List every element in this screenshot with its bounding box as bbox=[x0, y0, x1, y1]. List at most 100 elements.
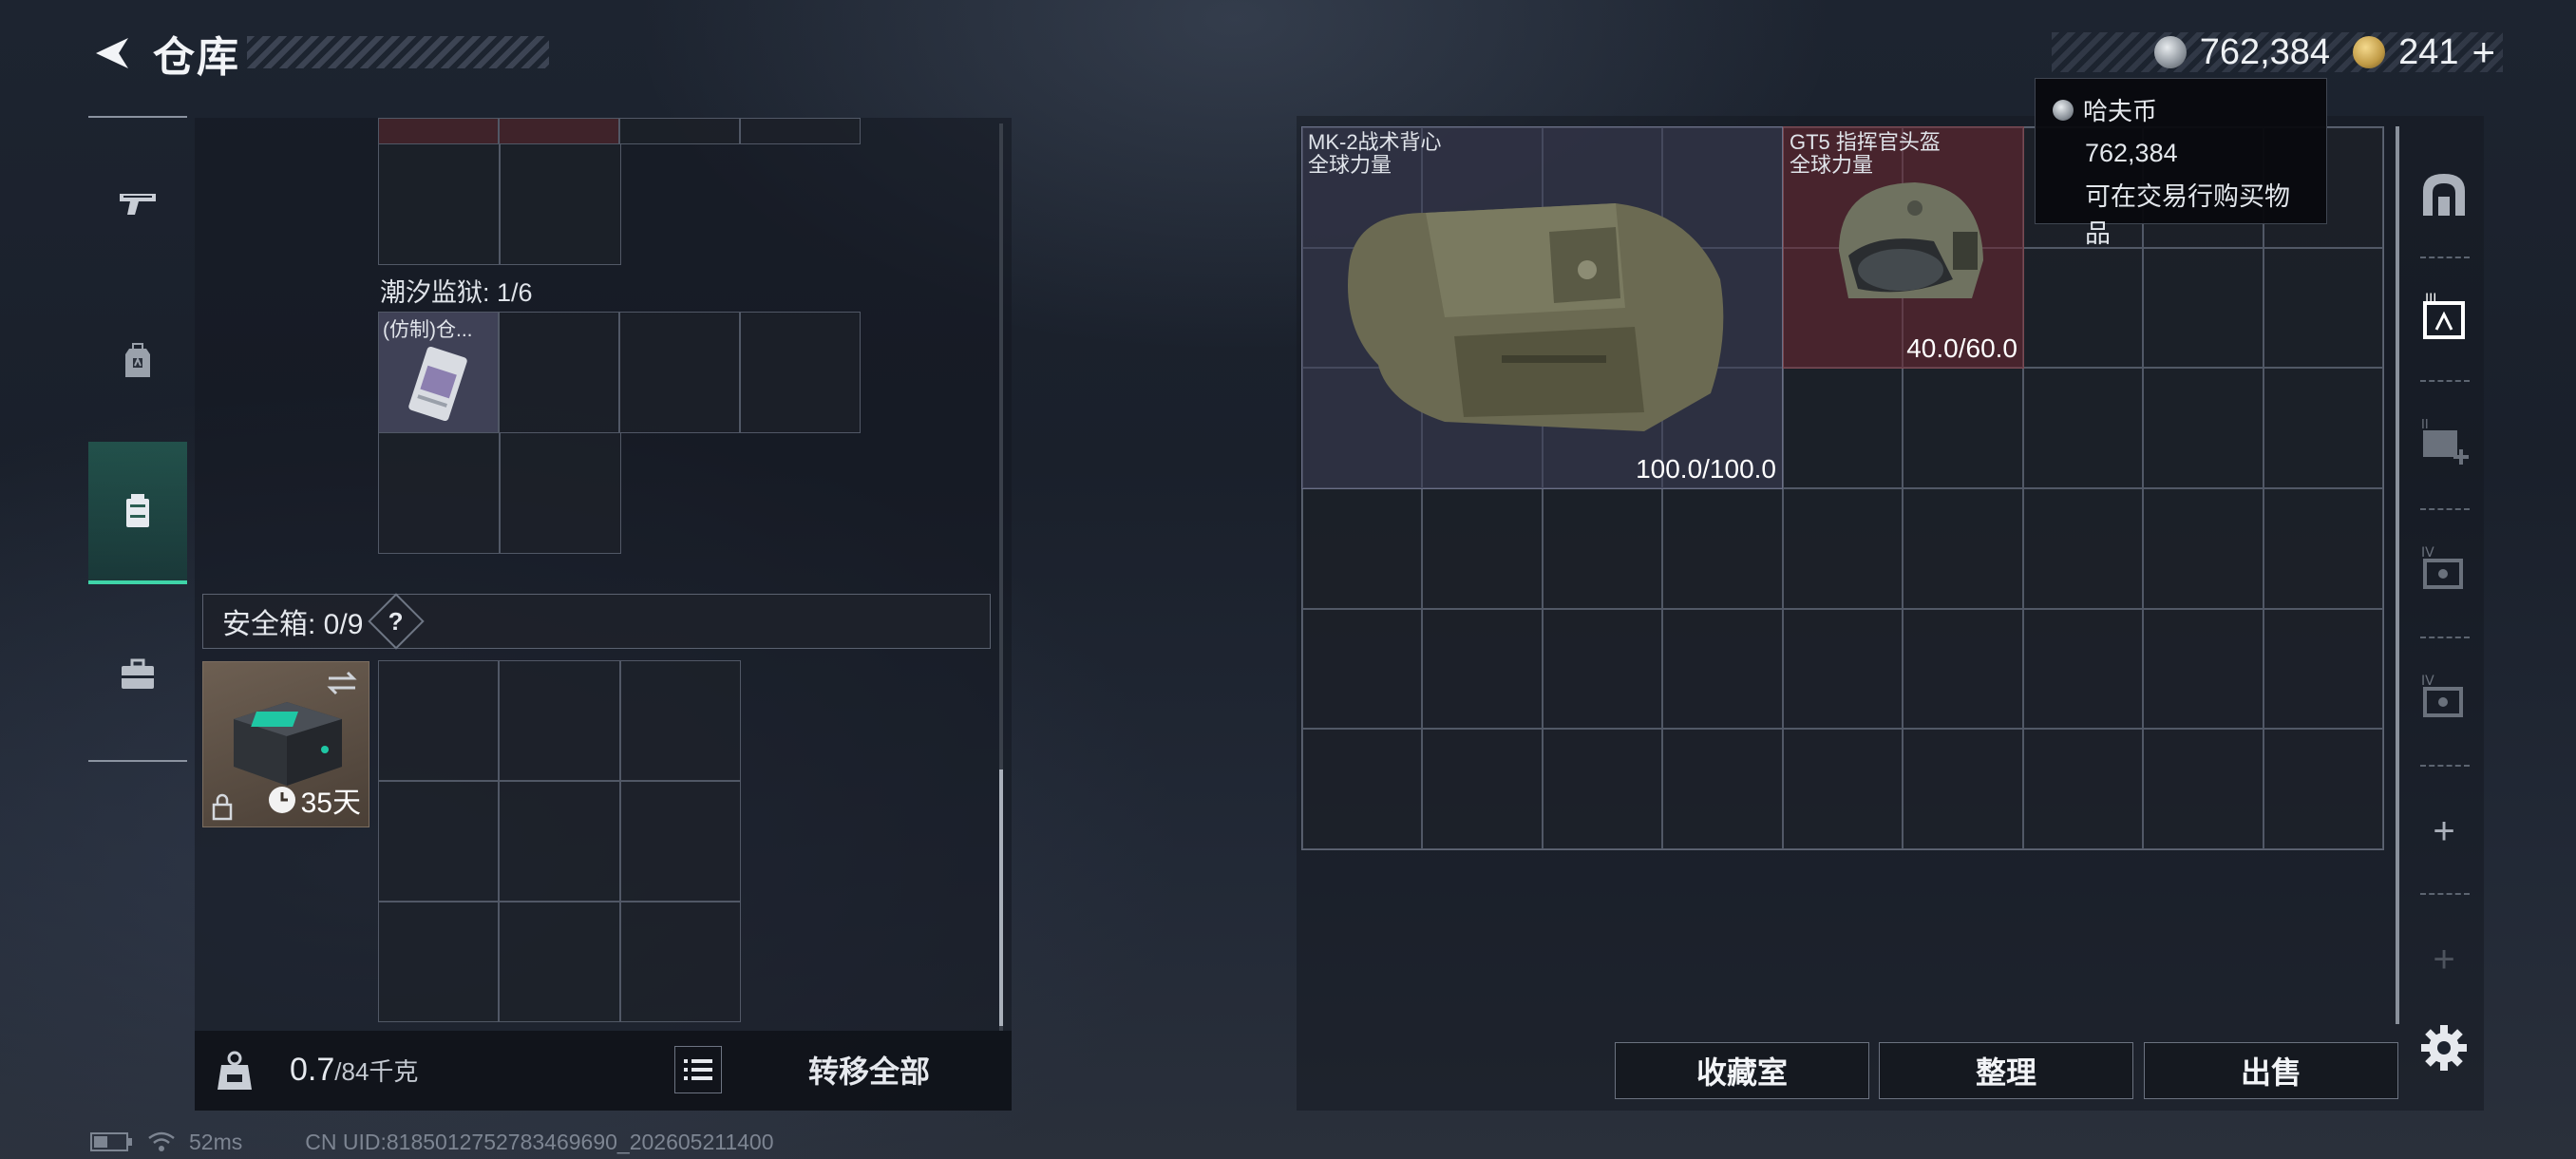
weight-readout: 0.7/84千克 bbox=[290, 1052, 418, 1089]
grid-cell[interactable] bbox=[2022, 729, 2144, 849]
grid-cell[interactable] bbox=[2022, 487, 2144, 609]
grid-cell[interactable] bbox=[619, 660, 741, 781]
grid-cell[interactable] bbox=[2143, 487, 2263, 609]
grid-cell[interactable] bbox=[499, 312, 619, 433]
grid-cell[interactable] bbox=[2143, 608, 2263, 730]
grid-cell[interactable] bbox=[500, 432, 621, 554]
grid-cell[interactable] bbox=[1662, 608, 1783, 730]
vest-title: MK-2战术背心 全球力量 bbox=[1308, 131, 1442, 177]
grid-cell[interactable] bbox=[1782, 368, 1904, 488]
grid-cell[interactable] bbox=[2022, 368, 2144, 488]
transfer-all-button[interactable]: 转移全部 bbox=[746, 1038, 993, 1101]
grid-cell[interactable] bbox=[1903, 729, 2023, 849]
list-view-button[interactable] bbox=[674, 1046, 722, 1093]
grid-cell[interactable] bbox=[2143, 247, 2263, 369]
stash-tab-add-2[interactable]: II bbox=[2406, 390, 2482, 494]
grid-cell[interactable] bbox=[378, 781, 500, 902]
grid-cell[interactable] bbox=[2263, 729, 2383, 849]
settings-button[interactable] bbox=[2406, 996, 2482, 1100]
sell-button[interactable]: 出售 bbox=[2144, 1042, 2398, 1099]
grid-cell[interactable] bbox=[740, 118, 861, 144]
grid-cell[interactable] bbox=[619, 312, 740, 433]
sidebar-divider-bottom bbox=[88, 760, 187, 762]
grid-cell[interactable] bbox=[1422, 487, 1543, 609]
safe-box-grid bbox=[378, 660, 741, 1022]
grid-cell[interactable] bbox=[2263, 608, 2383, 730]
grid-cell[interactable] bbox=[1542, 487, 1663, 609]
tool-divider bbox=[2420, 508, 2470, 510]
stash-tab-5[interactable]: IV bbox=[2406, 646, 2482, 750]
grid-cell[interactable] bbox=[1782, 608, 1904, 730]
tool-divider bbox=[2420, 256, 2470, 258]
backpack-icon bbox=[125, 343, 150, 377]
collection-room-button[interactable]: 收藏室 bbox=[1615, 1042, 1869, 1099]
stash-tab-3[interactable]: III bbox=[2406, 266, 2482, 370]
stash-box-icon: III bbox=[2423, 292, 2465, 339]
grid-cell[interactable] bbox=[1782, 487, 1904, 609]
premium-coin-icon[interactable] bbox=[2353, 36, 2386, 68]
container-item-slot[interactable]: (仿制)仓... bbox=[378, 312, 499, 433]
arch-icon bbox=[2423, 174, 2465, 216]
safe-box-header: 安全箱: 0/9 ? bbox=[202, 593, 991, 650]
grid-cell[interactable] bbox=[1422, 729, 1543, 849]
haf-coin-icon[interactable] bbox=[2153, 36, 2187, 68]
stash-tab-main[interactable] bbox=[2406, 142, 2482, 247]
grid-cell[interactable] bbox=[619, 118, 740, 144]
sidebar-item-armor[interactable] bbox=[88, 290, 187, 432]
grid-cell[interactable] bbox=[1903, 608, 2023, 730]
grid-cell[interactable] bbox=[619, 902, 741, 1022]
grid-cell[interactable] bbox=[499, 660, 620, 781]
sidebar-item-toolbox[interactable] bbox=[88, 603, 187, 746]
grid-cell[interactable] bbox=[2143, 368, 2263, 488]
grid-cell[interactable] bbox=[500, 143, 621, 265]
sidebar-item-containers[interactable] bbox=[88, 442, 187, 584]
grid-cell[interactable] bbox=[378, 143, 500, 265]
grid-cell[interactable] bbox=[1422, 608, 1543, 730]
grid-cell[interactable] bbox=[1662, 729, 1783, 849]
weight-bar: 0.7/84千克 转移全部 bbox=[195, 1031, 1012, 1111]
grid-cell[interactable] bbox=[1903, 487, 2023, 609]
grid-cell[interactable] bbox=[378, 660, 500, 781]
topup-button[interactable]: + bbox=[2472, 32, 2495, 72]
grid-cell[interactable] bbox=[378, 432, 500, 554]
grid-cell[interactable] bbox=[1302, 608, 1423, 730]
stash-item-vest[interactable]: MK-2战术背心 全球力量 100.0/100.0 bbox=[1301, 126, 1783, 489]
safe-box-item[interactable]: 35天 bbox=[202, 661, 369, 827]
tooltip-amount: 762,384 bbox=[2085, 139, 2178, 167]
grid-cell[interactable] bbox=[499, 118, 619, 144]
grid-cell[interactable] bbox=[499, 902, 620, 1022]
stash-item-helmet[interactable]: GT5 指挥官头盔 全球力量 40.0/60.0 bbox=[1783, 126, 2024, 369]
stash-scrollbar[interactable] bbox=[2396, 126, 2399, 1024]
grid-cell[interactable] bbox=[2263, 247, 2383, 369]
grid-cell[interactable] bbox=[2263, 368, 2383, 488]
grid-cell[interactable] bbox=[2022, 608, 2144, 730]
container-item-name: (仿制)仓... bbox=[383, 319, 473, 341]
grid-cell[interactable] bbox=[1542, 729, 1663, 849]
grid-cell[interactable] bbox=[2143, 729, 2263, 849]
stash-tab-4[interactable]: IV bbox=[2406, 518, 2482, 622]
grid-cell[interactable] bbox=[378, 118, 499, 144]
grid-cell[interactable] bbox=[1662, 487, 1783, 609]
tactical-vest-icon bbox=[1348, 203, 1724, 431]
grid-cell[interactable] bbox=[619, 781, 741, 902]
back-arrow-icon[interactable] bbox=[90, 32, 132, 74]
swap-icon[interactable] bbox=[325, 670, 359, 696]
left-scrollbar-thumb[interactable] bbox=[999, 770, 1003, 1026]
grid-cell[interactable] bbox=[1302, 487, 1423, 609]
weight-current: 0.7 bbox=[290, 1052, 335, 1088]
add-stash-button[interactable]: + bbox=[2406, 779, 2482, 884]
grid-cell[interactable] bbox=[2263, 487, 2383, 609]
grid-cell[interactable] bbox=[1302, 729, 1423, 849]
grid-cell[interactable] bbox=[1903, 368, 2023, 488]
help-button[interactable]: ? bbox=[368, 593, 426, 650]
container-icon bbox=[126, 494, 149, 527]
sidebar-item-weapons[interactable] bbox=[88, 133, 187, 276]
grid-cell[interactable] bbox=[1782, 729, 1904, 849]
grid-cell[interactable] bbox=[2022, 247, 2144, 369]
grid-cell[interactable] bbox=[740, 312, 861, 433]
grid-cell[interactable] bbox=[378, 902, 500, 1022]
sort-button[interactable]: 整理 bbox=[1879, 1042, 2133, 1099]
backpack-grid bbox=[378, 143, 621, 265]
grid-cell[interactable] bbox=[499, 781, 620, 902]
grid-cell[interactable] bbox=[1542, 608, 1663, 730]
